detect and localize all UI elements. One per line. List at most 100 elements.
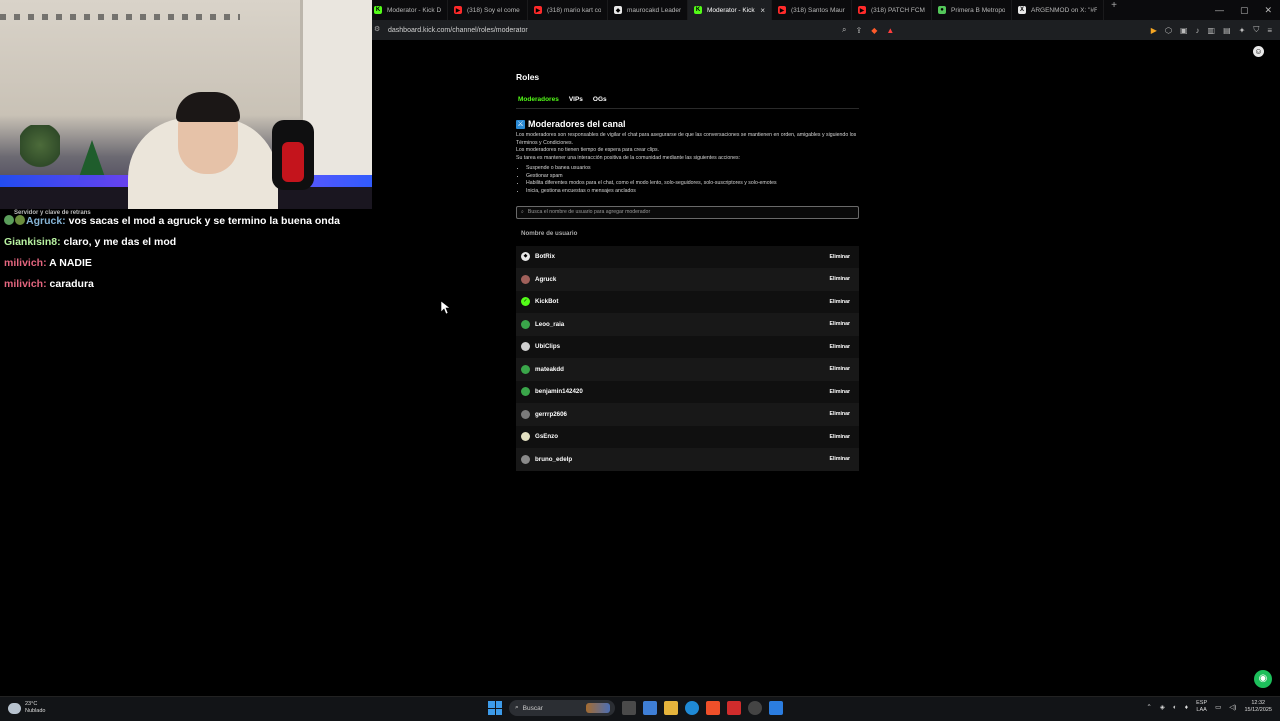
remove-moderator-button[interactable]: Eliminar [830, 254, 850, 260]
remove-moderator-button[interactable]: Eliminar [830, 276, 850, 282]
screenshot-icon[interactable]: ▣ [1180, 26, 1188, 35]
rewards-icon[interactable]: ▲ [886, 26, 894, 35]
tab-vips[interactable]: VIPs [567, 96, 585, 103]
user-avatar-icon: ◆ [521, 252, 530, 262]
media-icon[interactable]: ♪ [1196, 26, 1200, 35]
zoom-icon[interactable]: ⌕ [842, 25, 846, 35]
brave-icon[interactable] [706, 701, 720, 715]
moderator-username[interactable]: UbiClips [535, 343, 830, 350]
tab-title: Moderator - Kick Da [707, 6, 755, 14]
chat-message: Agruck: vos sacas el mod a agruck y se t… [4, 214, 364, 228]
remove-moderator-button[interactable]: Eliminar [830, 411, 850, 417]
action-item: Inicia, gestiona encuestas o mensajes an… [526, 188, 859, 196]
vpn-icon[interactable]: ⛉ [1253, 25, 1259, 35]
brave-shield-icon[interactable]: ◆ [871, 26, 877, 35]
tab-favicon-icon: K [374, 6, 382, 14]
close-tab-icon[interactable]: × [760, 6, 765, 15]
network-icon[interactable]: ▭ [1215, 703, 1221, 711]
temperature: 23°C [25, 701, 38, 707]
remove-moderator-button[interactable]: Eliminar [830, 366, 850, 372]
role-tabs: Moderadores VIPs OGs [516, 94, 859, 109]
browser-tab[interactable]: ▶ (318) PATCH FCM 26 [852, 0, 932, 20]
edge-icon[interactable] [685, 701, 699, 715]
browser-tab[interactable]: ◆ maurocakd LeaderBoard [608, 0, 688, 20]
moderator-username[interactable]: Leoo_raia [535, 321, 830, 328]
volume-icon[interactable]: ◁) [1229, 703, 1236, 711]
streaming-app-icon[interactable] [727, 701, 741, 715]
copilot-icon[interactable] [643, 701, 657, 715]
chat-support-icon[interactable]: ◉ [1254, 670, 1272, 688]
moderator-username[interactable]: Agruck [535, 276, 830, 283]
search-input[interactable]: Busca el nombre de usuario para agregar … [528, 209, 650, 215]
browser-tab[interactable]: ▶ (318) Santos Maurinho - [772, 0, 852, 20]
remove-moderator-button[interactable]: Eliminar [830, 299, 850, 305]
mod-badge-icon [4, 215, 14, 225]
moderator-username[interactable]: BotRix [535, 253, 830, 260]
task-view-icon[interactable] [622, 701, 636, 715]
chevron-up-icon[interactable]: ⌃ [1146, 703, 1151, 711]
share-icon[interactable]: ⇪ [855, 26, 862, 35]
tab-title: Moderator - Kick Dashb [387, 6, 441, 14]
minimize-icon[interactable]: — [1215, 5, 1224, 15]
moderator-username[interactable]: gerrrp2606 [535, 411, 830, 418]
tray-app-icon[interactable]: ◐ [1173, 704, 1177, 711]
obs-icon[interactable] [748, 701, 762, 715]
chat-username: milivich: [4, 278, 47, 290]
column-header-username: Nombre de usuario [521, 229, 578, 237]
add-moderator-search[interactable]: ⌕ Busca el nombre de usuario para agrega… [516, 205, 859, 219]
remove-moderator-button[interactable]: Eliminar [830, 344, 850, 350]
url-text[interactable]: dashboard.kick.com/channel/roles/moderat… [388, 27, 528, 34]
keyboard-layout: LAA [1196, 707, 1207, 713]
moderator-username[interactable]: mateakdd [535, 366, 830, 373]
browser-tab[interactable]: K Moderator - Kick Da × [688, 0, 772, 20]
browser-tab[interactable]: X ARGENMOD on X: "#FC [1012, 0, 1104, 20]
menu-icon[interactable]: ≡ [1267, 26, 1272, 35]
language-indicator[interactable]: ESP LAA [1196, 700, 1207, 714]
search-icon: ⌕ [515, 704, 519, 711]
site-settings-icon[interactable]: ⚙ [374, 25, 380, 33]
windows-start-icon[interactable] [488, 701, 502, 715]
weather-widget[interactable]: 23°C Nublado [8, 701, 46, 715]
tab-search-icon[interactable]: ▤ [1223, 26, 1231, 35]
tab-moderadores[interactable]: Moderadores [516, 96, 561, 103]
extension-icon[interactable]: ⬡ [1165, 26, 1172, 35]
file-explorer-icon[interactable] [664, 701, 678, 715]
remove-moderator-button[interactable]: Eliminar [830, 456, 850, 462]
tab-title: (318) Santos Maurinho - [791, 6, 845, 14]
url-actions: ⌕ ⇪ ◆ ▲ [842, 20, 894, 40]
user-avatar-icon: ✓ [521, 297, 530, 307]
moderator-row: Leoo_raia Eliminar [516, 313, 859, 336]
time: 12:32 [1251, 700, 1266, 706]
taskbar-search[interactable]: ⌕ Buscar [509, 700, 615, 716]
moderator-username[interactable]: benjamin142420 [535, 388, 830, 395]
remove-moderator-button[interactable]: Eliminar [830, 321, 850, 327]
moderator-row: ◆ BotRix Eliminar [516, 245, 859, 269]
notepad-icon[interactable] [769, 701, 783, 715]
browser-tab[interactable]: ● Primera B Metropolitana [932, 0, 1012, 20]
new-tab-button[interactable]: + [1104, 0, 1124, 20]
tray-app-icon[interactable]: ◈ [1160, 703, 1165, 711]
chat-username: Agruck: [26, 215, 66, 227]
user-avatar-icon[interactable]: ☺ [1253, 46, 1264, 57]
remove-moderator-button[interactable]: Eliminar [830, 434, 850, 440]
window-controls: — ▢ ✕ [1215, 0, 1272, 20]
close-window-icon[interactable]: ✕ [1264, 5, 1272, 16]
cloud-icon [8, 702, 21, 714]
microphone-icon[interactable]: ♦ [1185, 704, 1188, 711]
play-extension-icon[interactable]: ▶ [1151, 26, 1157, 35]
remove-moderator-button[interactable]: Eliminar [830, 389, 850, 395]
toolbar-icons: ▶ ⬡ ▣ ♪ ▥ ▤ ✦ ⛉ ≡ [1151, 20, 1272, 40]
moderator-row: Agruck Eliminar [516, 268, 859, 291]
clock[interactable]: 12:32 15/12/2025 [1244, 700, 1272, 714]
moderator-username[interactable]: bruno_edelp [535, 456, 830, 463]
browser-tab[interactable]: ▶ (318) mario kart contigo [528, 0, 608, 20]
extensions-puzzle-icon[interactable]: ✦ [1239, 26, 1246, 35]
tab-ogs[interactable]: OGs [591, 96, 609, 103]
moderator-username[interactable]: GsEnzo [535, 433, 830, 440]
maximize-icon[interactable]: ▢ [1240, 5, 1249, 16]
browser-tab[interactable]: K Moderator - Kick Dashb [368, 0, 448, 20]
sidebar-icon[interactable]: ▥ [1208, 26, 1216, 35]
browser-tab[interactable]: ▶ (318) Soy el come trabu [448, 0, 528, 20]
moderator-username[interactable]: KickBot [535, 298, 830, 305]
action-item: Suspende o banea usuarios [526, 165, 859, 173]
